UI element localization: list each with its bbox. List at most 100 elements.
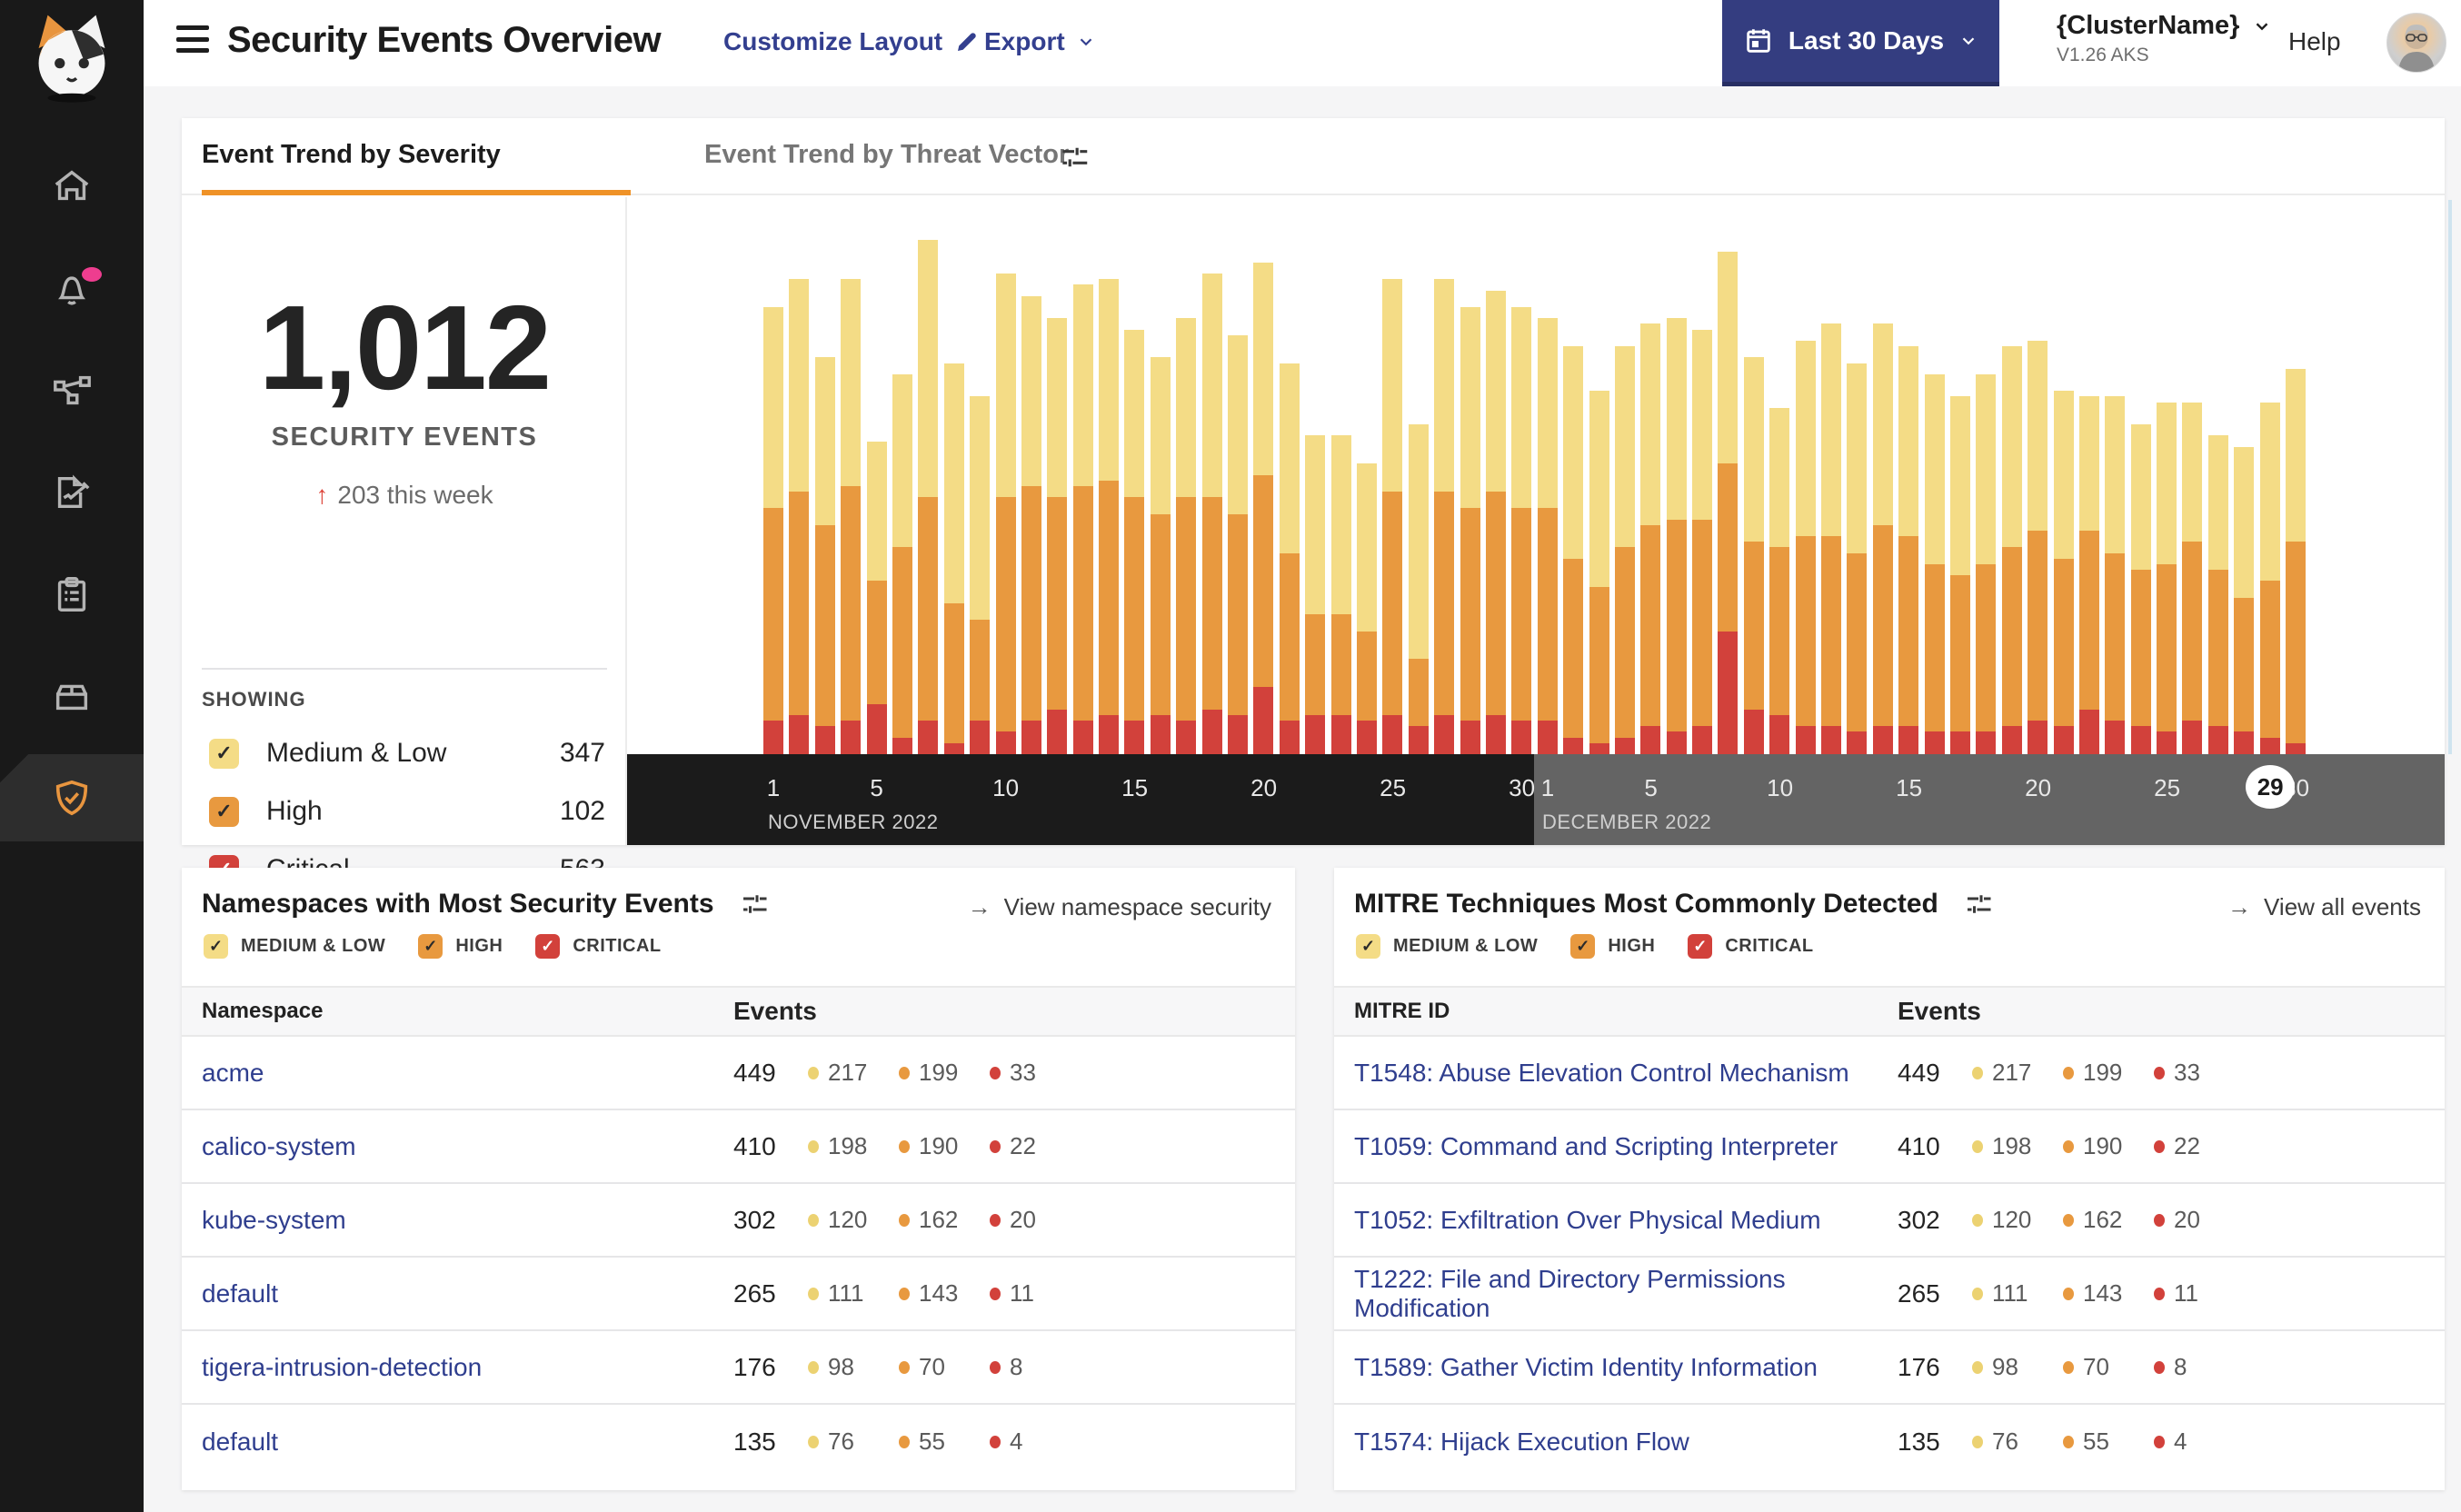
sidebar-item-alerts[interactable] bbox=[0, 245, 144, 333]
filter-critical[interactable]: ✓ CRITICAL bbox=[535, 934, 661, 959]
row-name-link[interactable]: T1052: Exfiltration Over Physical Medium bbox=[1354, 1206, 1821, 1234]
stacked-bar-Dec-26[interactable] bbox=[2182, 402, 2203, 754]
row-name-link[interactable]: T1589: Gather Victim Identity Informatio… bbox=[1354, 1353, 1818, 1381]
stacked-bar-Dec-1[interactable] bbox=[1537, 318, 1558, 754]
stacked-bar-Nov-5[interactable] bbox=[866, 441, 887, 754]
sidebar-item-service-graph[interactable] bbox=[0, 347, 144, 434]
help-link[interactable]: Help bbox=[2288, 27, 2341, 56]
stacked-bar-Dec-7[interactable] bbox=[1692, 329, 1713, 754]
stacked-bar-Nov-27[interactable] bbox=[1434, 279, 1455, 754]
tab-event-trend-by-threat-vector[interactable]: Event Trend by Threat Vector bbox=[704, 140, 1069, 170]
sidebar-item-home[interactable] bbox=[0, 143, 144, 230]
filter-critical[interactable]: ✓ CRITICAL bbox=[1688, 934, 1813, 959]
stacked-bar-Nov-19[interactable] bbox=[1228, 334, 1249, 754]
row-name-link[interactable]: default bbox=[202, 1427, 278, 1456]
stacked-bar-Nov-13[interactable] bbox=[1072, 284, 1093, 754]
row-name-link[interactable]: T1574: Hijack Execution Flow bbox=[1354, 1427, 1689, 1456]
stacked-bar-Dec-24[interactable] bbox=[2130, 424, 2151, 754]
row-name-link[interactable]: T1548: Abuse Elevation Control Mechanism bbox=[1354, 1059, 1849, 1087]
stacked-bar-Dec-13[interactable] bbox=[1847, 363, 1868, 754]
row-name-link[interactable]: kube-system bbox=[202, 1206, 346, 1234]
stacked-bar-Dec-11[interactable] bbox=[1795, 340, 1816, 754]
date-range-button[interactable]: Last 30 Days bbox=[1722, 0, 1999, 86]
stacked-bar-Nov-1[interactable] bbox=[763, 307, 783, 754]
row-name-link[interactable]: acme bbox=[202, 1059, 264, 1087]
stacked-bar-Nov-25[interactable] bbox=[1382, 279, 1403, 754]
sidebar-item-workloads[interactable] bbox=[0, 652, 144, 740]
filter-high[interactable]: ✓ HIGH bbox=[1570, 934, 1655, 959]
stacked-bar-Nov-11[interactable] bbox=[1021, 295, 1041, 754]
stacked-bar-Nov-29[interactable] bbox=[1485, 290, 1506, 754]
stacked-bar-Dec-15[interactable] bbox=[1898, 346, 1919, 754]
stacked-bar-Nov-15[interactable] bbox=[1124, 329, 1145, 754]
stacked-bar-Nov-24[interactable] bbox=[1356, 463, 1377, 754]
stacked-bar-Dec-17[interactable] bbox=[1949, 396, 1970, 754]
row-name-link[interactable]: T1059: Command and Scripting Interpreter bbox=[1354, 1132, 1838, 1160]
export-button[interactable]: Export bbox=[984, 27, 1096, 56]
stacked-bar-Dec-23[interactable] bbox=[2105, 396, 2126, 754]
stacked-bar-Dec-16[interactable] bbox=[1924, 373, 1945, 754]
checkbox-checked-icon[interactable]: ✓ bbox=[418, 934, 443, 959]
stacked-bar-Nov-7[interactable] bbox=[918, 240, 939, 754]
stacked-bar-Dec-2[interactable] bbox=[1563, 346, 1584, 754]
hamburger-menu-button[interactable] bbox=[176, 25, 209, 53]
checkbox-checked-icon[interactable]: ✓ bbox=[1688, 934, 1713, 959]
stacked-bar-Nov-10[interactable] bbox=[995, 274, 1016, 754]
row-name-link[interactable]: tigera-intrusion-detection bbox=[202, 1353, 482, 1381]
stacked-bar-Nov-6[interactable] bbox=[892, 373, 912, 754]
stacked-bar-Dec-10[interactable] bbox=[1769, 407, 1790, 754]
stacked-bar-Nov-4[interactable] bbox=[841, 279, 862, 754]
filter-sliders-icon[interactable] bbox=[1057, 140, 1091, 174]
stacked-bar-Dec-5[interactable] bbox=[1640, 323, 1661, 754]
stacked-bar-Dec-30[interactable] bbox=[2286, 368, 2307, 754]
stacked-bar-Nov-8[interactable] bbox=[943, 363, 964, 754]
stacked-bar-Nov-14[interactable] bbox=[1099, 279, 1120, 754]
severity-toggle-medium[interactable]: ✓ Medium & Low 347 bbox=[209, 724, 616, 782]
checkbox-checked-icon[interactable]: ✓ bbox=[209, 738, 239, 769]
stacked-bar-Nov-26[interactable] bbox=[1408, 424, 1429, 754]
stacked-bar-Dec-6[interactable] bbox=[1666, 318, 1687, 754]
stacked-bar-Nov-18[interactable] bbox=[1201, 274, 1222, 754]
stacked-bar-Dec-25[interactable] bbox=[2157, 402, 2177, 754]
filter-medium[interactable]: ✓ MEDIUM & LOW bbox=[1356, 934, 1538, 959]
stacked-bar-Dec-19[interactable] bbox=[2001, 346, 2022, 754]
stacked-bar-Dec-4[interactable] bbox=[1614, 346, 1635, 754]
stacked-bar-Dec-29[interactable] bbox=[2259, 402, 2280, 754]
view-namespace-security-link[interactable]: → View namespace security bbox=[968, 893, 1271, 921]
stacked-bar-Nov-17[interactable] bbox=[1176, 318, 1197, 754]
checkbox-checked-icon[interactable]: ✓ bbox=[1570, 934, 1596, 959]
row-name-link[interactable]: T1222: File and Directory Permissions Mo… bbox=[1354, 1265, 1786, 1322]
stacked-bar-Dec-9[interactable] bbox=[1743, 357, 1764, 754]
checkbox-checked-icon[interactable]: ✓ bbox=[535, 934, 561, 959]
stacked-bar-Nov-16[interactable] bbox=[1150, 357, 1171, 754]
view-all-events-link[interactable]: → View all events bbox=[2227, 893, 2421, 921]
stacked-bar-Dec-3[interactable] bbox=[1589, 391, 1609, 754]
stacked-bar-Dec-12[interactable] bbox=[1821, 323, 1842, 754]
stacked-bar-Nov-21[interactable] bbox=[1279, 363, 1300, 754]
stacked-bar-Nov-12[interactable] bbox=[1047, 318, 1068, 754]
checkbox-checked-icon[interactable]: ✓ bbox=[209, 796, 239, 827]
stacked-bar-Dec-20[interactable] bbox=[2028, 340, 2048, 754]
stacked-bar-Nov-28[interactable] bbox=[1460, 307, 1480, 754]
tab-event-trend-by-severity[interactable]: Event Trend by Severity bbox=[202, 140, 501, 170]
sidebar-item-compliance[interactable] bbox=[0, 551, 144, 638]
sidebar-item-threat-defense[interactable] bbox=[0, 754, 144, 841]
filter-high[interactable]: ✓ HIGH bbox=[418, 934, 503, 959]
filter-sliders-icon[interactable] bbox=[738, 888, 771, 920]
customize-layout-link[interactable]: Customize Layout bbox=[723, 27, 981, 56]
severity-toggle-high[interactable]: ✓ High 102 bbox=[209, 782, 616, 841]
cluster-selector[interactable]: {ClusterName} V1.26 AKS bbox=[2057, 11, 2272, 66]
stacked-bar-Nov-3[interactable] bbox=[814, 357, 835, 754]
row-name-link[interactable]: default bbox=[202, 1279, 278, 1308]
stacked-bar-Nov-22[interactable] bbox=[1305, 435, 1326, 754]
stacked-bar-Dec-22[interactable] bbox=[2078, 396, 2099, 754]
stacked-bar-Dec-21[interactable] bbox=[2053, 391, 2074, 754]
stacked-bar-Nov-23[interactable] bbox=[1330, 435, 1351, 754]
filter-medium[interactable]: ✓ MEDIUM & LOW bbox=[204, 934, 385, 959]
stacked-bar-Nov-20[interactable] bbox=[1253, 262, 1274, 754]
checkbox-checked-icon[interactable]: ✓ bbox=[1356, 934, 1380, 959]
stacked-bar-Dec-18[interactable] bbox=[1976, 373, 1997, 754]
sidebar-item-reports[interactable] bbox=[0, 449, 144, 536]
stacked-bar-Dec-8[interactable] bbox=[1718, 251, 1739, 754]
checkbox-checked-icon[interactable]: ✓ bbox=[204, 934, 228, 959]
